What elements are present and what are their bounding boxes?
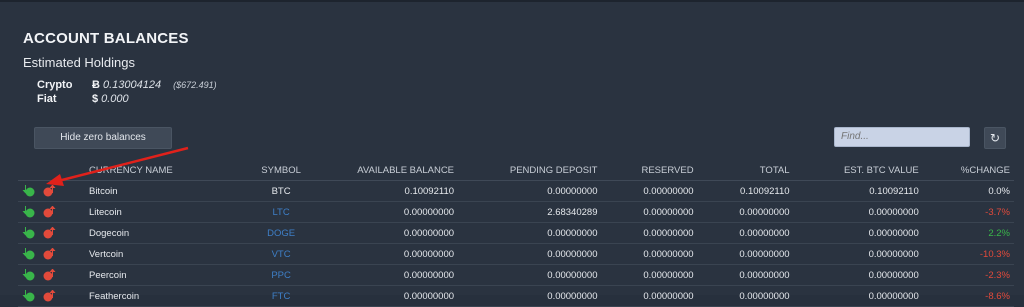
col-est-btc-value[interactable]: EST. BTC VALUE (793, 160, 923, 181)
col-reserved[interactable]: RESERVED (601, 160, 698, 181)
crypto-label: Crypto (37, 79, 73, 91)
fiat-label: Fiat (37, 93, 57, 105)
est-btc-value: 0.00000000 (793, 243, 923, 265)
total: 0.00000000 (697, 243, 794, 265)
crypto-usd-value: ($672.491) (173, 80, 217, 90)
currency-symbol[interactable]: DOGE (238, 222, 325, 244)
row-actions (18, 201, 85, 223)
percent-change: 0.0% (922, 180, 1014, 202)
actions-header (18, 160, 85, 181)
total: 0.00000000 (697, 285, 794, 307)
currency-name: Feathercoin (84, 285, 239, 307)
reserved: 0.00000000 (601, 285, 698, 307)
deposit-icon[interactable] (22, 185, 36, 197)
pending-deposit: 0.00000000 (458, 285, 602, 307)
percent-change: -10.3% (922, 243, 1014, 265)
total: 0.00000000 (697, 201, 794, 223)
withdraw-icon[interactable] (42, 247, 56, 260)
col-total[interactable]: TOTAL (697, 160, 794, 181)
available-balance: 0.00000000 (324, 201, 459, 223)
available-balance: 0.00000000 (324, 243, 459, 265)
withdraw-icon[interactable] (42, 226, 56, 239)
est-btc-value: 0.00000000 (793, 222, 923, 244)
row-actions (18, 285, 85, 307)
pending-deposit: 0.00000000 (458, 180, 602, 202)
table-row: Vertcoin VTC 0.00000000 0.00000000 0.0000000… (18, 243, 1014, 265)
table-row: Litecoin LTC 0.00000000 2.68340289 0.0000000… (18, 201, 1014, 223)
available-balance: 0.00000000 (324, 285, 459, 307)
page-title: ACCOUNT BALANCES (23, 30, 189, 47)
pending-deposit: 2.68340289 (458, 201, 602, 223)
pending-deposit: 0.00000000 (458, 264, 602, 286)
deposit-icon[interactable] (22, 290, 36, 302)
withdraw-icon[interactable] (42, 289, 56, 302)
table-row: Peercoin PPC 0.00000000 0.00000000 0.0000000… (18, 264, 1014, 286)
row-actions (18, 180, 85, 202)
deposit-icon[interactable] (22, 269, 36, 281)
reserved: 0.00000000 (601, 243, 698, 265)
percent-change: -3.7% (922, 201, 1014, 223)
percent-change: -8.6% (922, 285, 1014, 307)
available-balance: 0.10092110 (324, 180, 459, 202)
currency-symbol[interactable]: PPC (238, 264, 325, 286)
balances-table: CURRENCY NAME SYMBOL AVAILABLE BALANCE P… (18, 160, 1014, 307)
currency-symbol[interactable]: VTC (238, 243, 325, 265)
currency-name: Vertcoin (84, 243, 239, 265)
table-row: Dogecoin DOGE 0.00000000 0.00000000 0.000000… (18, 222, 1014, 244)
currency-name: Litecoin (84, 201, 239, 223)
reserved: 0.00000000 (601, 222, 698, 244)
table-row: Feathercoin FTC 0.00000000 0.00000000 0.0000… (18, 285, 1014, 307)
refresh-icon[interactable]: ↻ (984, 127, 1006, 149)
percent-change: -2.3% (922, 264, 1014, 286)
currency-name: Dogecoin (84, 222, 239, 244)
table-row: Bitcoin BTC 0.10092110 0.00000000 0.00000000… (18, 180, 1014, 202)
est-btc-value: 0.00000000 (793, 285, 923, 307)
row-actions (18, 222, 85, 244)
total: 0.00000000 (697, 264, 794, 286)
fiat-holdings-row: Fiat $ 0.000 (37, 92, 217, 106)
col-symbol[interactable]: SYMBOL (238, 160, 325, 181)
est-btc-value: 0.00000000 (793, 201, 923, 223)
table-header-row: CURRENCY NAME SYMBOL AVAILABLE BALANCE P… (18, 160, 1014, 181)
withdraw-icon[interactable] (42, 268, 56, 281)
total: 0.00000000 (697, 222, 794, 244)
reserved: 0.00000000 (601, 264, 698, 286)
currency-name: Bitcoin (84, 180, 239, 202)
available-balance: 0.00000000 (324, 222, 459, 244)
currency-name: Peercoin (84, 264, 239, 286)
currency-symbol: BTC (238, 180, 325, 202)
holdings-summary: Crypto Ƀ 0.13004124 ($672.491) Fiat $ 0.… (37, 78, 217, 106)
dollar-symbol-icon: $ (92, 93, 99, 105)
crypto-value: 0.13004124 (102, 79, 162, 91)
row-actions (18, 264, 85, 286)
withdraw-icon[interactable] (42, 205, 56, 218)
crypto-holdings-row: Crypto Ƀ 0.13004124 ($672.491) (37, 78, 217, 92)
deposit-icon[interactable] (22, 227, 36, 239)
percent-change: 2.2% (922, 222, 1014, 244)
col-currency-name[interactable]: CURRENCY NAME (84, 160, 239, 181)
col-pending-deposit[interactable]: PENDING DEPOSIT (458, 160, 602, 181)
reserved: 0.00000000 (601, 201, 698, 223)
total: 0.10092110 (697, 180, 794, 202)
col-change[interactable]: %CHANGE (922, 160, 1014, 181)
find-input[interactable] (834, 127, 970, 147)
est-btc-value: 0.00000000 (793, 264, 923, 286)
hide-zero-balances-button[interactable]: Hide zero balances (34, 127, 172, 149)
estimated-holdings-heading: Estimated Holdings (23, 55, 135, 70)
deposit-icon[interactable] (22, 248, 36, 260)
available-balance: 0.00000000 (324, 264, 459, 286)
row-actions (18, 243, 85, 265)
currency-symbol[interactable]: LTC (238, 201, 325, 223)
withdraw-icon[interactable] (42, 184, 56, 197)
bitcoin-symbol-icon: Ƀ (92, 79, 100, 91)
reserved: 0.00000000 (601, 180, 698, 202)
pending-deposit: 0.00000000 (458, 243, 602, 265)
currency-symbol[interactable]: FTC (238, 285, 325, 307)
est-btc-value: 0.10092110 (793, 180, 923, 202)
deposit-icon[interactable] (22, 206, 36, 218)
col-available-balance[interactable]: AVAILABLE BALANCE (324, 160, 459, 181)
pending-deposit: 0.00000000 (458, 222, 602, 244)
fiat-value: 0.000 (101, 93, 129, 105)
